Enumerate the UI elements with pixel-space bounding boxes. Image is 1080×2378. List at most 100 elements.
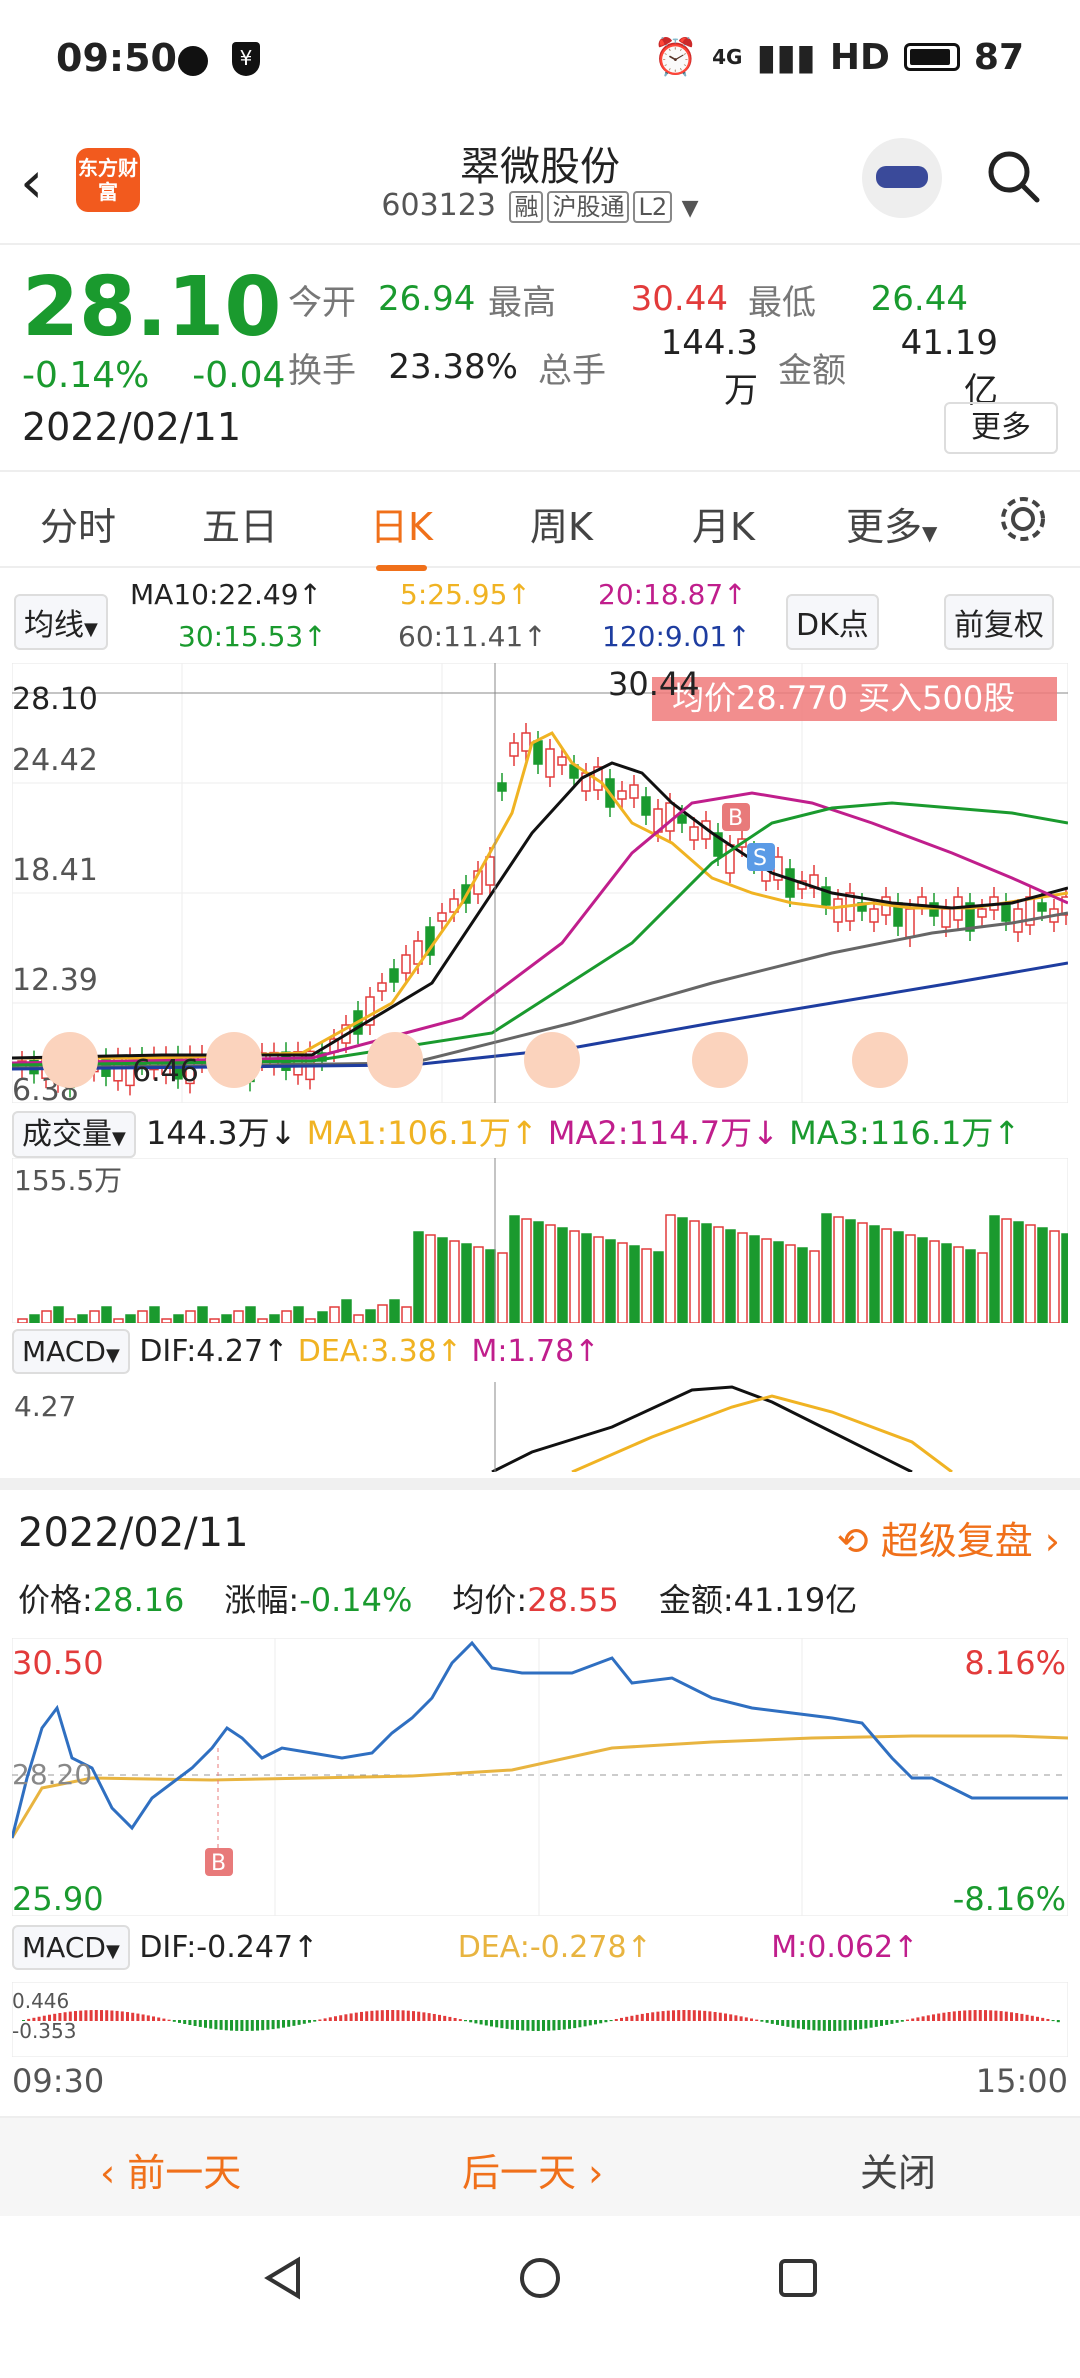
tab-intraday[interactable]: 分时 [40,496,116,551]
scroll-left-icon[interactable] [42,1032,98,1088]
volume-bar [293,1306,304,1323]
macd-bar [1056,2020,1060,2023]
macd-bar [640,2013,644,2021]
volume-selector[interactable]: 成交量▼ [12,1111,136,1158]
tag-connect: 沪股通 [547,191,630,223]
tab-five-day[interactable]: 五日 [202,496,278,551]
gear-icon[interactable] [996,492,1050,546]
candle-body [545,748,555,778]
intraday-pct-low: -8.16% [953,1880,1066,1916]
pct-value: -0.14% [299,1581,413,1619]
candle-body [497,782,507,792]
dk-button[interactable]: DK点 [786,594,879,650]
home-nav-icon[interactable] [518,2256,562,2300]
macd-bar [942,2012,946,2021]
candle-body [1001,902,1011,922]
volume-selector-label: 成交量 [22,1117,112,1152]
macd-bar [63,2012,67,2021]
macd-bar [1051,2020,1055,2022]
volume-bar [281,1310,292,1323]
adjust-button[interactable]: 前复权 [944,594,1054,650]
macd-bar [490,2020,493,2027]
macd-bar [947,2011,951,2021]
candle-body [905,908,915,938]
assistant-avatar[interactable] [862,138,942,218]
recents-nav-icon[interactable] [776,2256,820,2300]
zoom-out-icon[interactable] [206,1032,262,1088]
macd-bar [874,2020,878,2027]
prev-day-button[interactable]: ‹ 前一天 [100,2142,241,2197]
macd-bar [58,2012,62,2021]
macd-bar [287,2020,291,2027]
macd-bar [42,2015,46,2021]
caret-down-icon: ▼ [922,521,938,545]
macd-bar [479,2020,483,2025]
macd-bar [495,2020,499,2028]
tab-daily-k[interactable]: 日K [370,496,433,571]
macd-bar [536,2020,540,2031]
tab-weekly-k[interactable]: 周K [530,496,593,551]
macd-bar [890,2020,894,2024]
macd-bar [802,2020,805,2030]
ma-selector-label: 均线 [24,608,84,643]
back-nav-icon[interactable] [262,2256,306,2300]
chevron-down-icon: ▼ [681,196,699,221]
macd-bar [157,2017,161,2021]
more-button[interactable]: 更多 [944,402,1058,454]
macd-bar [552,2020,556,2031]
volume-bar [941,1243,952,1323]
macd-bar [984,2010,987,2021]
tab-monthly-k[interactable]: 月K [692,496,755,551]
volume-bar [341,1299,352,1323]
macd-bar [661,2011,665,2021]
intraday-chart[interactable]: 30.50 28.20 25.90 8.16% -8.16% B [12,1638,1068,1916]
hd-label: HD [829,36,890,78]
ma-selector[interactable]: 均线▼ [14,594,108,650]
macd-bar [339,2015,343,2021]
macd-bar [656,2011,660,2021]
buy-marker: B [728,806,743,831]
stock-code: 603123 [381,188,496,223]
macd-bar [152,2016,155,2021]
macd-bar [193,2020,197,2027]
macd-bar [417,2011,421,2021]
macd-bar [1041,2017,1045,2021]
search-icon[interactable] [985,148,1041,204]
next-day-button[interactable]: 后一天 › [462,2142,603,2197]
macd-bar [1036,2016,1039,2021]
close-button[interactable]: 关闭 [860,2142,936,2197]
intraday-macd-selector[interactable]: MACD▼ [12,1925,130,1970]
next-icon[interactable] [692,1032,748,1088]
volume-bar [125,1314,136,1323]
macd-bar [100,2010,103,2021]
super-review-button[interactable]: ⟲ 超级复盘 › [837,1510,1060,1565]
volume-chart[interactable]: 155.5万 [12,1158,1068,1323]
macd-bar [89,2010,93,2021]
macd-bar [848,2020,852,2031]
volume-bar [809,1250,820,1323]
tag-l2: L2 [633,191,673,223]
macd-bar [729,2014,733,2021]
intraday-macd-frame [12,1982,1068,2057]
macd-selector[interactable]: MACD▼ [12,1329,130,1374]
vol-ma2: MA2:114.7万↓ [547,1114,779,1152]
macd-bar [276,2020,280,2029]
low-label: 最低 [748,282,816,323]
macd-bar [464,2020,467,2022]
macd-bar [926,2015,930,2021]
volume-bar [509,1215,520,1323]
tab-more[interactable]: 更多▼ [846,496,937,551]
expand-icon[interactable] [852,1032,908,1088]
macd-bar [365,2011,369,2021]
zoom-in-icon[interactable] [367,1032,423,1088]
volume-bar [113,1318,124,1323]
macd-bar [812,2020,816,2031]
macd-bar [256,2020,259,2031]
prev-icon[interactable] [524,1032,580,1088]
volume-bar [713,1226,724,1323]
kline-chart[interactable]: 均价28.770 买入500股 28.10 30.44 24.42 18.41 … [12,663,1068,1103]
macd-bar [750,2018,753,2021]
macd-bar [755,2019,759,2021]
macd-bar [952,2011,956,2021]
volume-bar [317,1311,328,1323]
